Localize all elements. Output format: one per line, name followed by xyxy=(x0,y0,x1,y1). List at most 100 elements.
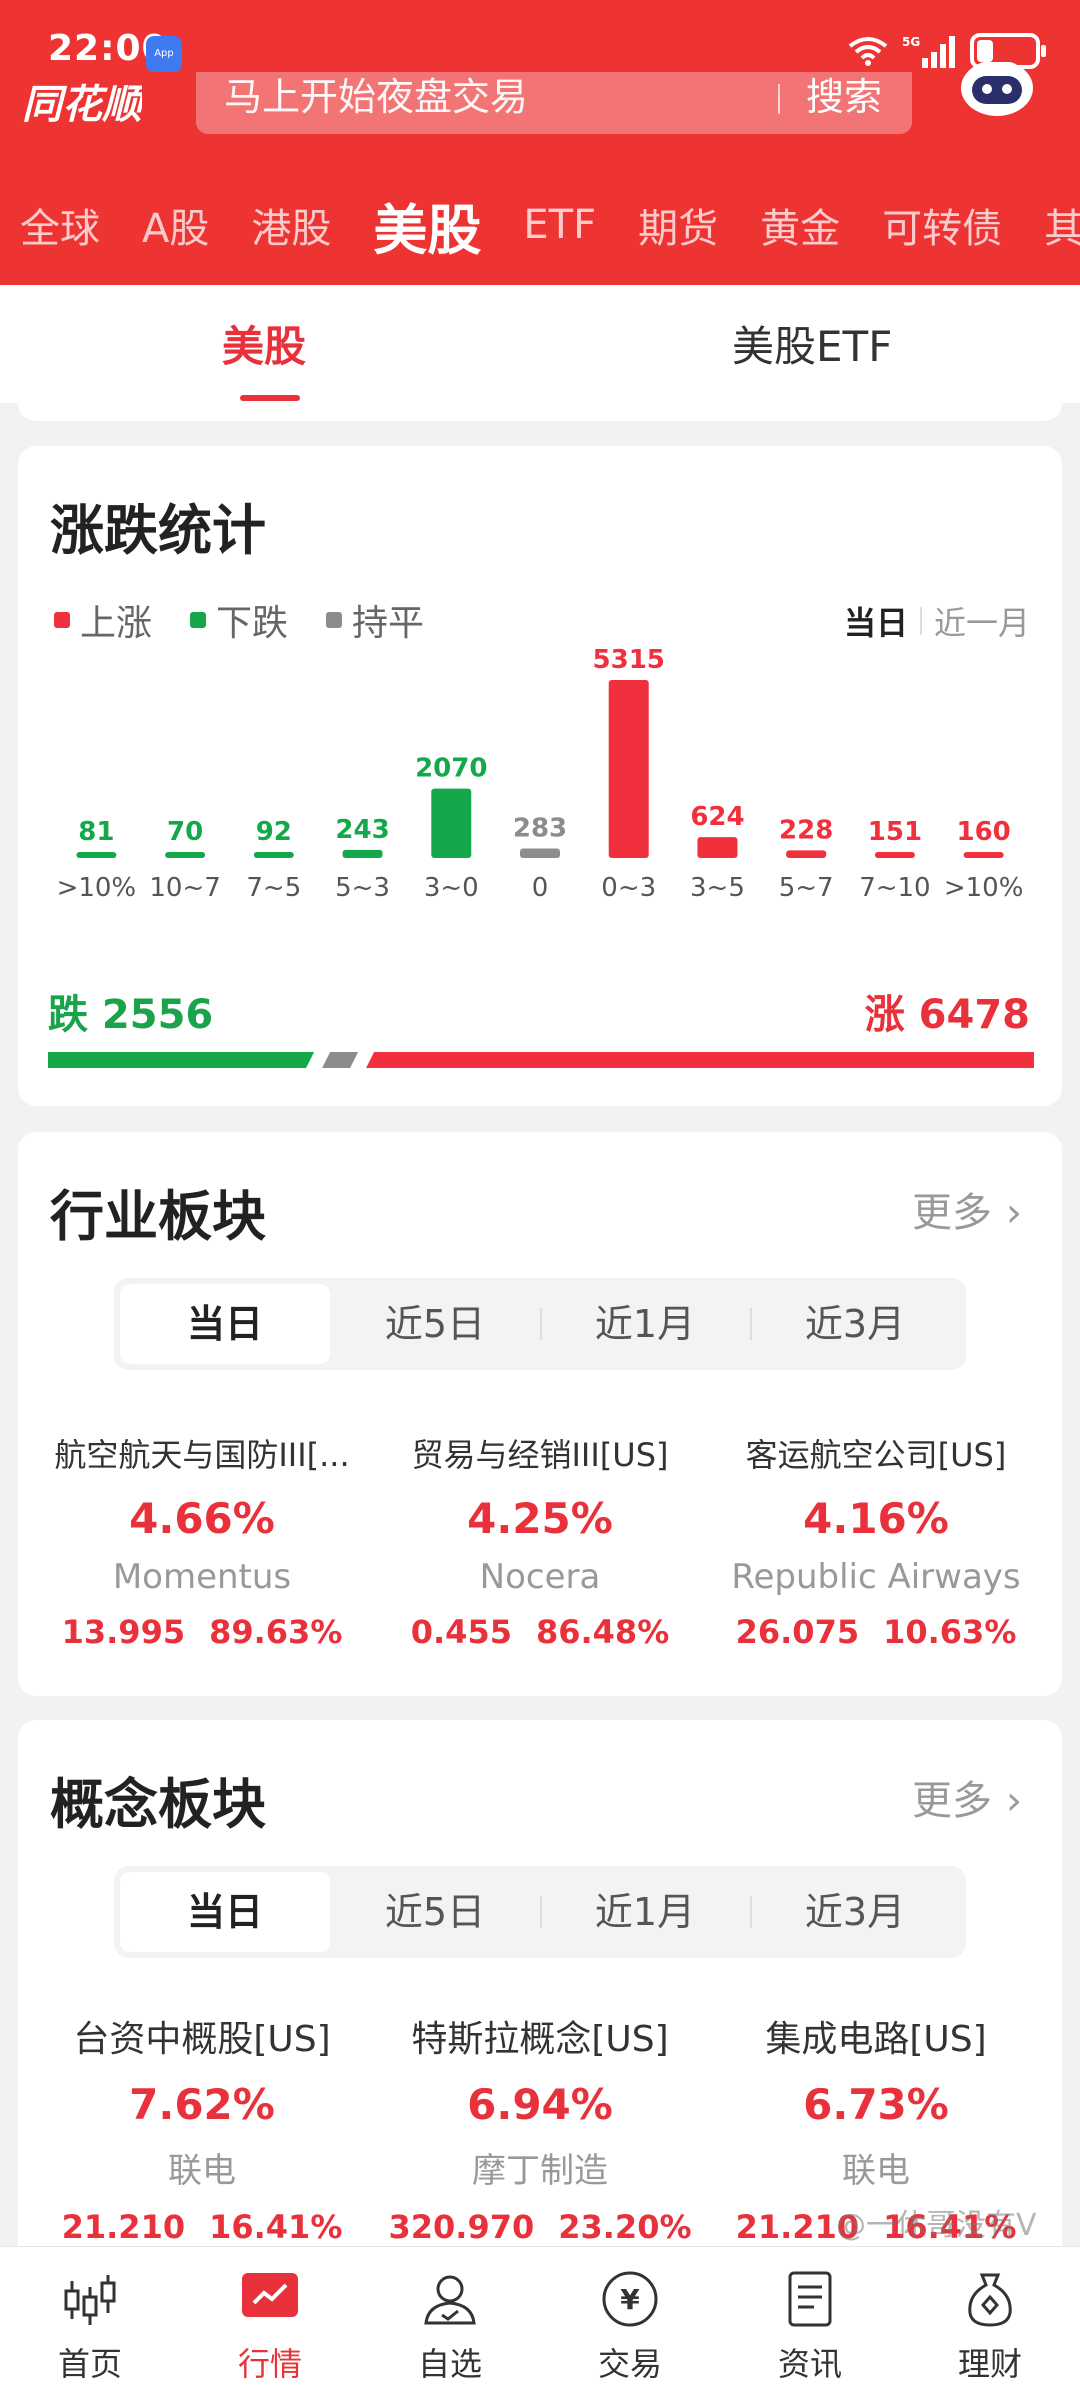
leading-stock-quote: 26.075 10.63% xyxy=(708,1613,1044,1651)
chart-category-label: 7~10 xyxy=(859,873,930,903)
chart-value-label: 160 xyxy=(956,817,1010,847)
app-logo: 同花顺 xyxy=(22,82,142,122)
concept-period-5d[interactable]: 近5日 xyxy=(330,1872,540,1952)
assistant-robot-icon[interactable] xyxy=(958,62,1036,124)
tab-global[interactable]: 全球 xyxy=(20,196,100,254)
leading-stock-price: 320.970 xyxy=(388,2208,535,2246)
chart-category-label: 0~3 xyxy=(601,873,656,903)
period-month-button[interactable]: 近一月 xyxy=(934,598,1030,644)
tab-etf[interactable]: ETF xyxy=(523,202,596,248)
chart-bar xyxy=(963,852,1004,858)
tab-futures[interactable]: 期货 xyxy=(638,196,718,254)
leading-stock-price: 26.075 xyxy=(735,1613,860,1651)
chart-value-label: 70 xyxy=(167,817,203,847)
concept-item[interactable]: 特斯拉概念[US] 6.94% 摩丁制造 320.970 23.20% xyxy=(372,2010,708,2246)
chart-category-label: 3~5 xyxy=(690,873,745,903)
legend-label-down: 下跌 xyxy=(216,603,289,644)
tab-other[interactable]: 其 xyxy=(1044,196,1080,254)
concept-period-1m[interactable]: 近1月 xyxy=(540,1872,750,1952)
app-market-icon: App xyxy=(146,36,182,72)
leading-stock-change: 89.63% xyxy=(209,1613,343,1651)
chart-bar xyxy=(342,849,383,858)
tab-gold[interactable]: 黄金 xyxy=(760,196,840,254)
nav-home[interactable]: 首页 xyxy=(0,2269,180,2385)
concept-period-today[interactable]: 当日 xyxy=(120,1872,330,1952)
nav-watchlist[interactable]: 自选 xyxy=(360,2269,540,2385)
nav-news[interactable]: 资讯 xyxy=(720,2269,900,2385)
legend-swatch-flat xyxy=(326,612,343,628)
sector-change: 4.16% xyxy=(803,1494,949,1543)
chart-category-label: 0 xyxy=(532,873,549,903)
watermark: @一休哥没有V xyxy=(836,2208,1037,2243)
sub-tabs: 美股 美股ETF xyxy=(0,285,1080,403)
chart-bar xyxy=(431,788,472,858)
industry-more-link[interactable]: 更多 › xyxy=(912,1180,1022,1238)
legend-label-flat: 持平 xyxy=(352,603,425,644)
nav-wealth[interactable]: 理财 xyxy=(900,2269,1080,2385)
subtab-us-etf[interactable]: 美股ETF xyxy=(732,313,892,374)
leading-stock: 联电 xyxy=(842,2151,910,2191)
sector-name: 台资中概股[US] xyxy=(73,2019,331,2060)
leading-stock-change: 23.20% xyxy=(558,2208,692,2246)
rise-fall-ratio-bar xyxy=(48,1052,1034,1068)
previous-card-edge xyxy=(18,403,1062,421)
sector-change: 4.25% xyxy=(467,1494,613,1543)
search-input[interactable]: 马上开始夜盘交易 xyxy=(224,72,528,122)
candlestick-icon xyxy=(64,2275,116,2325)
money-bag-icon xyxy=(968,2273,1012,2327)
industry-period-selector: 当日 近5日 近1月 近3月 xyxy=(114,1278,966,1370)
concept-period-3m[interactable]: 近3月 xyxy=(750,1872,960,1952)
industry-item[interactable]: 客运航空公司[US] 4.16% Republic Airways 26.075… xyxy=(708,1430,1044,1651)
period-today-button[interactable]: 当日 xyxy=(844,598,908,644)
chart-bar xyxy=(697,837,738,858)
industry-period-today[interactable]: 当日 xyxy=(120,1284,330,1364)
industry-item[interactable]: 贸易与经销III[US] 4.25% Nocera 0.455 86.48% xyxy=(372,1430,708,1651)
rise-fall-stats-card: 涨跌统计 上涨 下跌 持平 当日 近一月 81 >10% 70 10~7 92 7~5 24… xyxy=(18,446,1062,1106)
sector-name: 特斯拉概念[US] xyxy=(411,2019,669,2060)
search-button[interactable]: 搜索 xyxy=(806,72,882,122)
nav-watchlist-label: 自选 xyxy=(417,2345,482,2383)
subtab-us-stocks[interactable]: 美股 xyxy=(222,313,306,374)
chart-value-label: 228 xyxy=(779,815,833,845)
nav-home-label: 首页 xyxy=(57,2345,122,2383)
chart-category-label: >10% xyxy=(944,873,1024,903)
industry-period-1m[interactable]: 近1月 xyxy=(540,1284,750,1364)
sector-name: 客运航空公司[US] xyxy=(745,1436,1007,1474)
concept-sector-card: 概念板块 更多 › 当日 近5日 近1月 近3月 台资中概股[US] 7.62% … xyxy=(18,1720,1062,2280)
chart-category-label: 5~7 xyxy=(779,873,834,903)
tab-us-stocks[interactable]: 美股 xyxy=(373,186,481,265)
chart-legend: 上涨 下跌 持平 xyxy=(54,594,424,646)
chart-bar xyxy=(520,848,560,858)
chart-value-label: 5315 xyxy=(593,646,665,675)
industry-title: 行业板块 xyxy=(50,1185,266,1248)
industry-sector-card: 行业板块 更多 › 当日 近5日 近1月 近3月 航空航天与国防III[... 4… xyxy=(18,1132,1062,1696)
ratio-segment-down xyxy=(48,1052,315,1068)
tab-a-shares[interactable]: A股 xyxy=(142,196,209,254)
chart-bar xyxy=(253,852,294,858)
yuan-coin-icon: ¥ xyxy=(602,2271,658,2327)
tab-convertible-bonds[interactable]: 可转债 xyxy=(882,196,1002,254)
nav-market[interactable]: 行情 xyxy=(180,2269,360,2385)
leading-stock-price: 21.210 xyxy=(61,2208,186,2246)
concept-item[interactable]: 台资中概股[US] 7.62% 联电 21.210 16.41% xyxy=(34,2010,370,2246)
nav-trade[interactable]: ¥ 交易 xyxy=(540,2269,720,2385)
leading-stock-price: 0.455 xyxy=(410,1613,512,1651)
legend-swatch-up xyxy=(54,612,70,628)
nav-wealth-label: 理财 xyxy=(957,2345,1022,2383)
concept-title: 概念板块 xyxy=(50,1773,266,1836)
chevron-right-icon: › xyxy=(1006,1190,1022,1236)
leading-stock: 摩丁制造 xyxy=(472,2151,608,2191)
chart-category-label: 5~3 xyxy=(335,873,390,903)
leading-stock-change: 86.48% xyxy=(535,1613,670,1651)
chart-value-label: 2070 xyxy=(415,754,487,784)
ratio-segment-up xyxy=(366,1052,1034,1068)
rise-total: 涨 6478 xyxy=(864,992,1030,1038)
industry-period-3m[interactable]: 近3月 xyxy=(750,1284,960,1364)
search-bar[interactable]: 马上开始夜盘交易 搜索 xyxy=(196,72,912,134)
industry-period-5d[interactable]: 近5日 xyxy=(330,1284,540,1364)
chart-bar xyxy=(874,852,915,858)
concept-more-link[interactable]: 更多 › xyxy=(912,1768,1022,1826)
industry-item[interactable]: 航空航天与国防III[... 4.66% Momentus 13.995 89.6… xyxy=(34,1430,370,1651)
tab-hk-stocks[interactable]: 港股 xyxy=(251,196,331,254)
app-header: 22:00 App 5G 同花顺 马上开始夜盘交易 搜索 全球 A股 港股 美股… xyxy=(0,0,1080,285)
